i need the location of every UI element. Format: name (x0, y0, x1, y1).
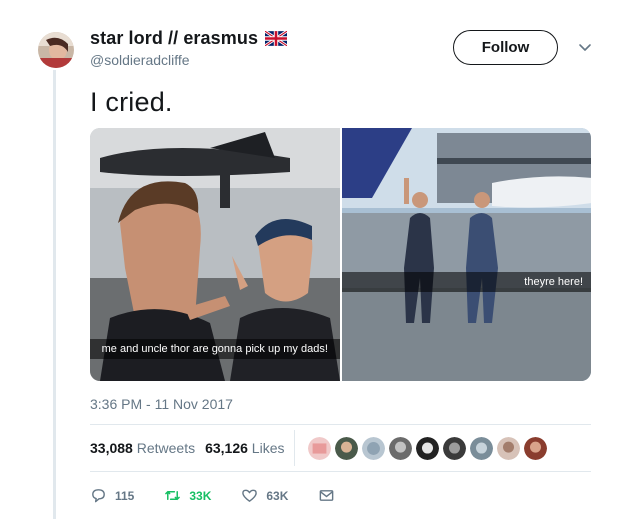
liker-avatar[interactable] (361, 436, 386, 461)
liker-avatar[interactable] (388, 436, 413, 461)
liker-avatar[interactable] (469, 436, 494, 461)
user-handle[interactable]: @soldieradcliffe (90, 52, 190, 68)
retweets-count: 33,088 (90, 440, 133, 456)
like-button[interactable]: 63K (241, 487, 288, 504)
tweet-actions: 115 33K 63K (90, 487, 335, 504)
uk-flag-icon (264, 29, 288, 48)
liker-avatar[interactable] (307, 436, 332, 461)
tweet-timestamp[interactable]: 3:36 PM - 11 Nov 2017 (90, 396, 233, 412)
photo-caption: me and uncle thor are gonna pick up my d… (90, 339, 340, 359)
liker-avatar[interactable] (496, 436, 521, 461)
divider (90, 471, 591, 472)
thread-line (53, 70, 56, 519)
heart-icon (242, 489, 258, 502)
reply-icon (92, 489, 105, 503)
photo-left[interactable]: me and uncle thor are gonna pick up my d… (90, 128, 340, 381)
retweet-button[interactable]: 33K (164, 487, 211, 504)
liker-avatar[interactable] (334, 436, 359, 461)
display-name[interactable]: star lord // erasmus (90, 28, 258, 49)
tweet-stats: 33,088 Retweets 63,126 Likes (90, 440, 284, 456)
retweets-label: Retweets (136, 440, 196, 456)
envelope-icon (320, 490, 334, 501)
stats-separator (294, 430, 295, 466)
media-grid: me and uncle thor are gonna pick up my d… (90, 128, 591, 381)
avatar[interactable] (38, 32, 74, 68)
likes-label: Likes (251, 440, 285, 456)
liker-avatars (307, 436, 548, 461)
like-count: 63K (266, 488, 289, 503)
direct-message-button[interactable] (318, 487, 335, 504)
photo-caption: theyre here! (341, 272, 591, 292)
likes-stat[interactable]: 63,126 Likes (205, 440, 284, 456)
liker-avatar[interactable] (442, 436, 467, 461)
liker-avatar[interactable] (415, 436, 440, 461)
retweets-stat[interactable]: 33,088 Retweets (90, 440, 195, 456)
tweet-text: I cried. (90, 87, 173, 117)
photo-right[interactable]: theyre here! (341, 128, 591, 381)
reply-button[interactable]: 115 (90, 487, 134, 504)
liker-avatar[interactable] (523, 436, 548, 461)
divider (90, 424, 591, 425)
reply-count: 115 (115, 488, 135, 503)
chevron-down-icon[interactable] (578, 40, 592, 54)
retweet-count: 33K (189, 488, 212, 503)
follow-button[interactable]: Follow (453, 30, 558, 65)
retweet-icon (165, 490, 181, 501)
likes-count: 63,126 (205, 440, 248, 456)
